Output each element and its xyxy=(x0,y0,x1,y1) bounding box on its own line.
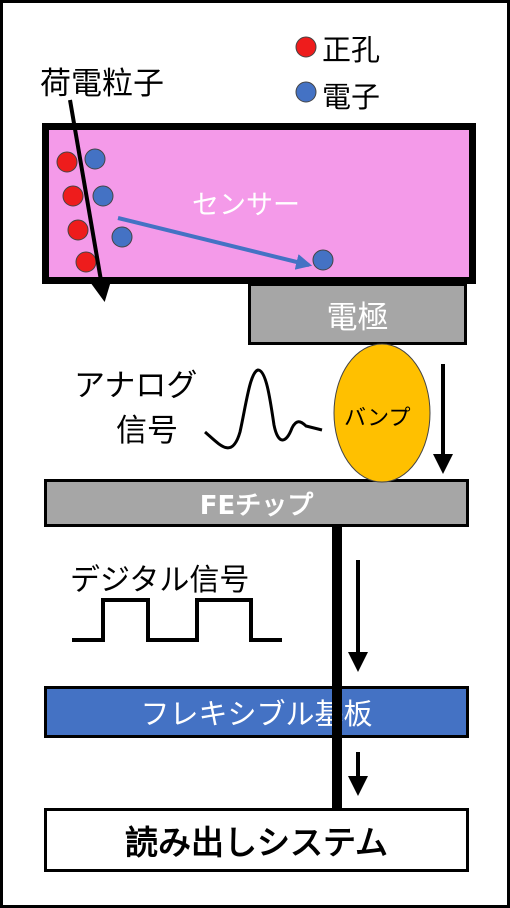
electron xyxy=(111,226,133,248)
hole xyxy=(67,219,89,241)
bump-label: バンプ xyxy=(344,406,411,431)
hole xyxy=(62,185,84,207)
electrons xyxy=(84,148,334,271)
electron xyxy=(84,148,106,170)
electron xyxy=(92,185,114,207)
legend-electron-dot xyxy=(295,81,317,103)
electron xyxy=(312,249,334,271)
legend-hole-dot xyxy=(295,36,317,58)
analog-pulse-waveform xyxy=(204,368,323,450)
hole xyxy=(75,251,97,273)
electron-drift-arrow xyxy=(117,216,313,270)
digital-square-waveform xyxy=(72,598,282,642)
hole xyxy=(56,151,78,173)
diagram-graphics xyxy=(56,36,453,810)
